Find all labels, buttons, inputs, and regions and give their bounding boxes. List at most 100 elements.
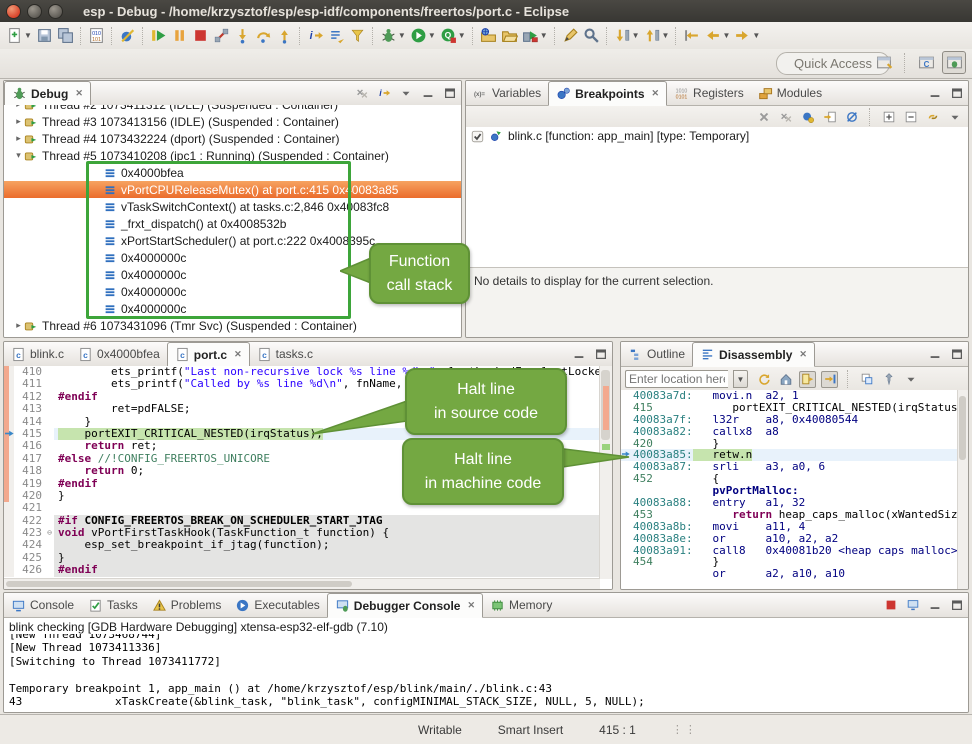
pin-button[interactable] <box>880 371 897 388</box>
thread-row[interactable]: ▸Thread #6 1073431096 (Tmr Svc) (Suspend… <box>4 317 461 334</box>
remove-breakpoint-button[interactable] <box>755 109 772 126</box>
thread-row[interactable]: ▸Thread #4 1073432224 (dport) (Suspended… <box>4 130 461 147</box>
breakpoint-checkbox[interactable] <box>471 130 484 143</box>
expander-icon[interactable]: ▾ <box>13 150 24 161</box>
tab-tasks-c[interactable]: ctasks.c <box>250 342 320 366</box>
maximize-button[interactable] <box>948 85 965 102</box>
thread-row[interactable]: ▸Thread #3 1073413156 (IDLE) (Suspended … <box>4 113 461 130</box>
location-input[interactable] <box>625 370 728 388</box>
expander-icon[interactable]: ▸ <box>13 320 24 331</box>
close-icon[interactable]: ✕ <box>467 600 475 611</box>
tab-breakpoints[interactable]: Breakpoints✕ <box>548 81 667 106</box>
save-button[interactable] <box>34 25 55 47</box>
disassembly-line[interactable]: 40083a85: retw.n <box>621 449 958 461</box>
tab-blink-c[interactable]: cblink.c <box>4 342 71 366</box>
previous-annotation-button[interactable]: ▼ <box>642 25 672 47</box>
next-annotation-button[interactable]: ▼ <box>612 25 642 47</box>
view-menu-button[interactable] <box>902 371 919 388</box>
instruction-stepping-button[interactable]: i <box>305 25 326 47</box>
step-into-button[interactable] <box>232 25 253 47</box>
open-perspective-button[interactable] <box>872 51 896 74</box>
editor-horizontal-scrollbar[interactable] <box>4 578 600 589</box>
view-menu-button[interactable] <box>946 109 963 126</box>
disassembly-line[interactable]: 40083a8b: movi a11, 4 <box>621 521 958 533</box>
cpp-perspective-button[interactable]: C <box>914 51 938 74</box>
view-menu-button[interactable] <box>397 85 414 102</box>
disassembly-listing[interactable]: 40083a7d: movi.n a2, 1415 portEXIT_CRITI… <box>621 390 958 589</box>
debug-button[interactable]: ▼ <box>378 25 408 47</box>
forward-button[interactable]: ▼ <box>732 25 762 47</box>
tab-memory[interactable]: Memory <box>483 593 559 617</box>
tab-executables[interactable]: Executables <box>228 593 326 617</box>
disassembly-line[interactable]: 40083a7d: movi.n a2, 1 <box>621 390 958 402</box>
expander-icon[interactable]: ▸ <box>13 133 24 144</box>
console-output[interactable]: [New Thread 1073468744][New Thread 10734… <box>4 634 968 712</box>
disassembly-line[interactable]: 40083a8e: or a10, a2, a2 <box>621 533 958 545</box>
tab-disassembly[interactable]: Disassembly✕ <box>692 342 815 367</box>
code-line[interactable]: 423⊖void vPortFirstTaskHook(TaskFunction… <box>4 527 612 539</box>
window-close-button[interactable] <box>6 4 21 19</box>
minimize-button[interactable] <box>926 597 943 614</box>
back-button[interactable]: ▼ <box>702 25 732 47</box>
tab-debug[interactable]: Debug✕ <box>4 81 91 106</box>
show-source-button[interactable] <box>799 371 816 388</box>
open-element-button[interactable] <box>560 25 581 47</box>
suspend-button[interactable] <box>169 25 190 47</box>
tab-0x4000bfea[interactable]: c0x4000bfea <box>71 342 167 366</box>
editor-overview-ruler[interactable] <box>599 366 612 579</box>
breakpoint-row[interactable]: blink.c [function: app_main] [type: Temp… <box>466 127 968 145</box>
go-to-file-button[interactable] <box>821 109 838 126</box>
resume-at-line-button[interactable] <box>326 25 347 47</box>
tab-modules[interactable]: Modules <box>751 81 829 105</box>
maximize-button[interactable] <box>948 346 965 363</box>
show-breakpoints-for-selection-button[interactable] <box>799 109 816 126</box>
expander-icon[interactable]: ▸ <box>13 116 24 127</box>
tab-outline[interactable]: Outline <box>621 342 692 366</box>
expander-icon[interactable]: ▸ <box>13 105 24 110</box>
fold-marker[interactable]: ⊖ <box>45 527 54 539</box>
external-tools-button[interactable]: ▼ <box>520 25 550 47</box>
profile-button[interactable]: Q▼ <box>438 25 468 47</box>
disassembly-line[interactable]: or a2, a10, a10 <box>621 568 958 580</box>
disassembly-line[interactable]: 420 } <box>621 438 958 450</box>
disassembly-line[interactable]: 40083a82: callx8 a8 <box>621 426 958 438</box>
code-line[interactable]: 426#endif <box>4 564 612 576</box>
remove-all-breakpoints-button[interactable] <box>777 109 794 126</box>
maximize-button[interactable] <box>948 597 965 614</box>
minimize-button[interactable] <box>570 346 587 363</box>
minimize-button[interactable] <box>926 346 943 363</box>
tab-tasks[interactable]: Tasks <box>81 593 145 617</box>
tab-debugger-console[interactable]: Debugger Console✕ <box>327 593 483 618</box>
new-wizard-button[interactable]: ▼ <box>4 25 34 47</box>
tab-registers[interactable]: 10100101Registers <box>667 81 751 105</box>
build-binary-button[interactable]: 010101 <box>86 25 107 47</box>
code-line[interactable]: 425} <box>4 552 612 564</box>
resume-button[interactable] <box>148 25 169 47</box>
tab-problems[interactable]: Problems <box>145 593 229 617</box>
minimize-button[interactable] <box>419 85 436 102</box>
step-over-button[interactable] <box>253 25 274 47</box>
disassembly-line[interactable]: 40083a88: entry a1, 32 <box>621 497 958 509</box>
maximize-button[interactable] <box>441 85 458 102</box>
disassembly-line[interactable]: 452 { <box>621 473 958 485</box>
disassembly-line[interactable]: 454 } <box>621 556 958 568</box>
maximize-button[interactable] <box>592 346 609 363</box>
search-button[interactable] <box>581 25 602 47</box>
tab-variables[interactable]: (x)=Variables <box>466 81 548 105</box>
follow-pc-button[interactable] <box>821 371 838 388</box>
disassembly-line[interactable]: 415 portEXIT_CRITICAL_NESTED(irqStatus) <box>621 402 958 414</box>
open-new-view-button[interactable] <box>858 371 875 388</box>
focus-on-stack-frame-button[interactable]: i <box>375 85 392 102</box>
thread-row[interactable]: ▸Thread #2 1073411312 (IDLE) (Suspended … <box>4 105 461 113</box>
location-dropdown-button[interactable]: ▼ <box>733 370 748 388</box>
close-icon[interactable]: ✕ <box>234 349 242 360</box>
disassembly-line[interactable]: 40083a87: srli a3, a0, 6 <box>621 461 958 473</box>
close-icon[interactable]: ✕ <box>799 349 807 360</box>
code-line[interactable]: 424 esp_set_breakpoint_if_jtag(function)… <box>4 539 612 551</box>
disassembly-line[interactable]: 453 return heap_caps_malloc(xWantedSize <box>621 509 958 521</box>
disconnect-button[interactable] <box>211 25 232 47</box>
display-selected-console-button[interactable] <box>904 597 921 614</box>
use-step-filters-button[interactable] <box>347 25 368 47</box>
window-minimize-button[interactable] <box>27 4 42 19</box>
run-button[interactable]: ▼ <box>408 25 438 47</box>
